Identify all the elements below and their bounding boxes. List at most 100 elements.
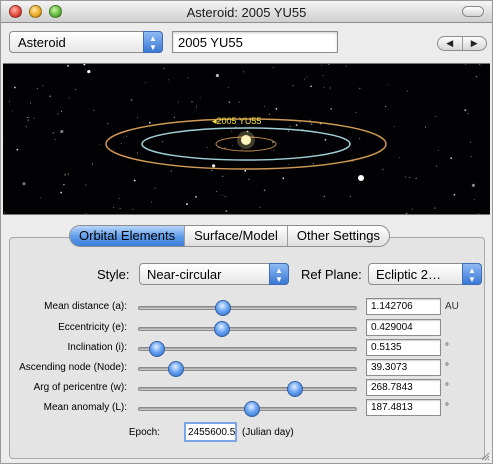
star: [244, 169, 247, 172]
popup-arrows-icon: ▲ ▼: [269, 263, 289, 285]
star: [16, 148, 19, 151]
star: [63, 183, 65, 186]
slider-knob[interactable]: [243, 401, 260, 417]
star: [243, 71, 245, 73]
star: [406, 90, 408, 92]
element-value-field[interactable]: 187.4813: [366, 399, 441, 416]
element-value-field[interactable]: 268.7843: [366, 379, 441, 396]
star: [137, 152, 139, 154]
slider-knob[interactable]: [214, 321, 231, 337]
star: [241, 148, 243, 150]
element-unit: °: [445, 402, 449, 413]
star: [120, 142, 122, 144]
star: [471, 183, 475, 187]
next-object-button[interactable]: ▶: [463, 37, 487, 50]
star: [148, 121, 151, 124]
resize-grip-icon[interactable]: [480, 451, 490, 461]
star: [49, 95, 51, 98]
element-value-field[interactable]: 39.3073: [366, 359, 441, 376]
star: [479, 64, 481, 66]
star: [216, 190, 218, 192]
style-popup[interactable]: Near-circular ▲ ▼: [139, 263, 289, 285]
star: [263, 105, 265, 107]
star: [475, 75, 478, 78]
star: [323, 86, 325, 88]
title-bar[interactable]: Asteroid: 2005 YU55: [1, 1, 492, 23]
popup-arrows-icon: ▲ ▼: [143, 31, 163, 53]
element-slider[interactable]: [138, 341, 357, 357]
star: [465, 64, 467, 65]
star: [85, 213, 87, 214]
element-value-field[interactable]: 1.142706: [366, 298, 441, 315]
star: [435, 115, 437, 117]
star: [11, 110, 13, 112]
element-slider[interactable]: [138, 361, 357, 377]
star: [85, 184, 87, 186]
star: [322, 75, 324, 77]
element-value-field[interactable]: 0.5135: [366, 339, 441, 356]
slider-knob[interactable]: [215, 300, 232, 316]
star: [145, 82, 147, 84]
object-type-popup[interactable]: Asteroid ▲ ▼: [9, 31, 163, 53]
star: [349, 196, 351, 198]
star: [409, 177, 411, 179]
orbit-3d-view[interactable]: ◂2005 YU55: [3, 63, 490, 215]
tab-other-settings[interactable]: Other Settings: [288, 226, 389, 246]
star: [30, 102, 32, 104]
star: [107, 123, 109, 125]
star: [224, 196, 226, 198]
element-label: Inclination (i):: [67, 342, 127, 353]
star: [36, 88, 38, 89]
star: [64, 173, 66, 176]
star: [118, 197, 120, 199]
star: [168, 79, 170, 81]
star: [84, 69, 86, 71]
star: [67, 65, 69, 67]
star: [87, 70, 91, 74]
star: [210, 169, 213, 172]
star: [322, 196, 324, 198]
planet-marker: [358, 175, 364, 181]
element-slider[interactable]: [138, 321, 357, 337]
star: [92, 163, 94, 165]
asteroid-window: Asteroid: 2005 YU55 Asteroid ▲ ▼ 2005 YU5…: [0, 0, 493, 464]
tab-orbital-elements[interactable]: Orbital Elements: [70, 226, 186, 246]
toolbar-toggle-button[interactable]: [462, 6, 484, 17]
star: [42, 85, 44, 87]
star: [27, 119, 29, 121]
star: [359, 138, 361, 140]
previous-object-button[interactable]: ◀: [438, 37, 463, 50]
epoch-field[interactable]: 2455600.5: [184, 422, 237, 442]
star: [126, 135, 127, 137]
star: [113, 207, 115, 209]
slider-knob[interactable]: [149, 341, 166, 357]
element-slider[interactable]: [138, 381, 357, 397]
star: [151, 201, 153, 203]
star: [119, 207, 121, 209]
star: [425, 126, 426, 128]
style-value: Near-circular: [147, 267, 222, 282]
star: [162, 141, 164, 143]
star: [123, 136, 125, 138]
star: [299, 121, 301, 123]
object-name-field[interactable]: 2005 YU55: [172, 31, 338, 53]
star: [437, 149, 439, 151]
element-value-field[interactable]: 0.429004: [366, 319, 441, 336]
tab-surface-model[interactable]: Surface/Model: [185, 226, 288, 246]
slider-track: [138, 347, 357, 351]
window-title: Asteroid: 2005 YU55: [186, 5, 307, 20]
slider-knob[interactable]: [287, 381, 304, 397]
star: [187, 77, 189, 79]
star: [54, 139, 56, 140]
star: [329, 87, 331, 89]
ref-plane-value: Ecliptic 2…: [376, 267, 442, 282]
ref-plane-popup[interactable]: Ecliptic 2… ▲ ▼: [368, 263, 482, 285]
star: [273, 149, 275, 151]
star: [238, 101, 240, 103]
element-slider[interactable]: [138, 300, 357, 316]
star: [3, 137, 4, 139]
slider-knob[interactable]: [168, 361, 185, 377]
tab-bar: Orbital Elements Surface/Model Other Set…: [69, 225, 391, 247]
star: [405, 212, 408, 214]
element-slider[interactable]: [138, 401, 357, 417]
